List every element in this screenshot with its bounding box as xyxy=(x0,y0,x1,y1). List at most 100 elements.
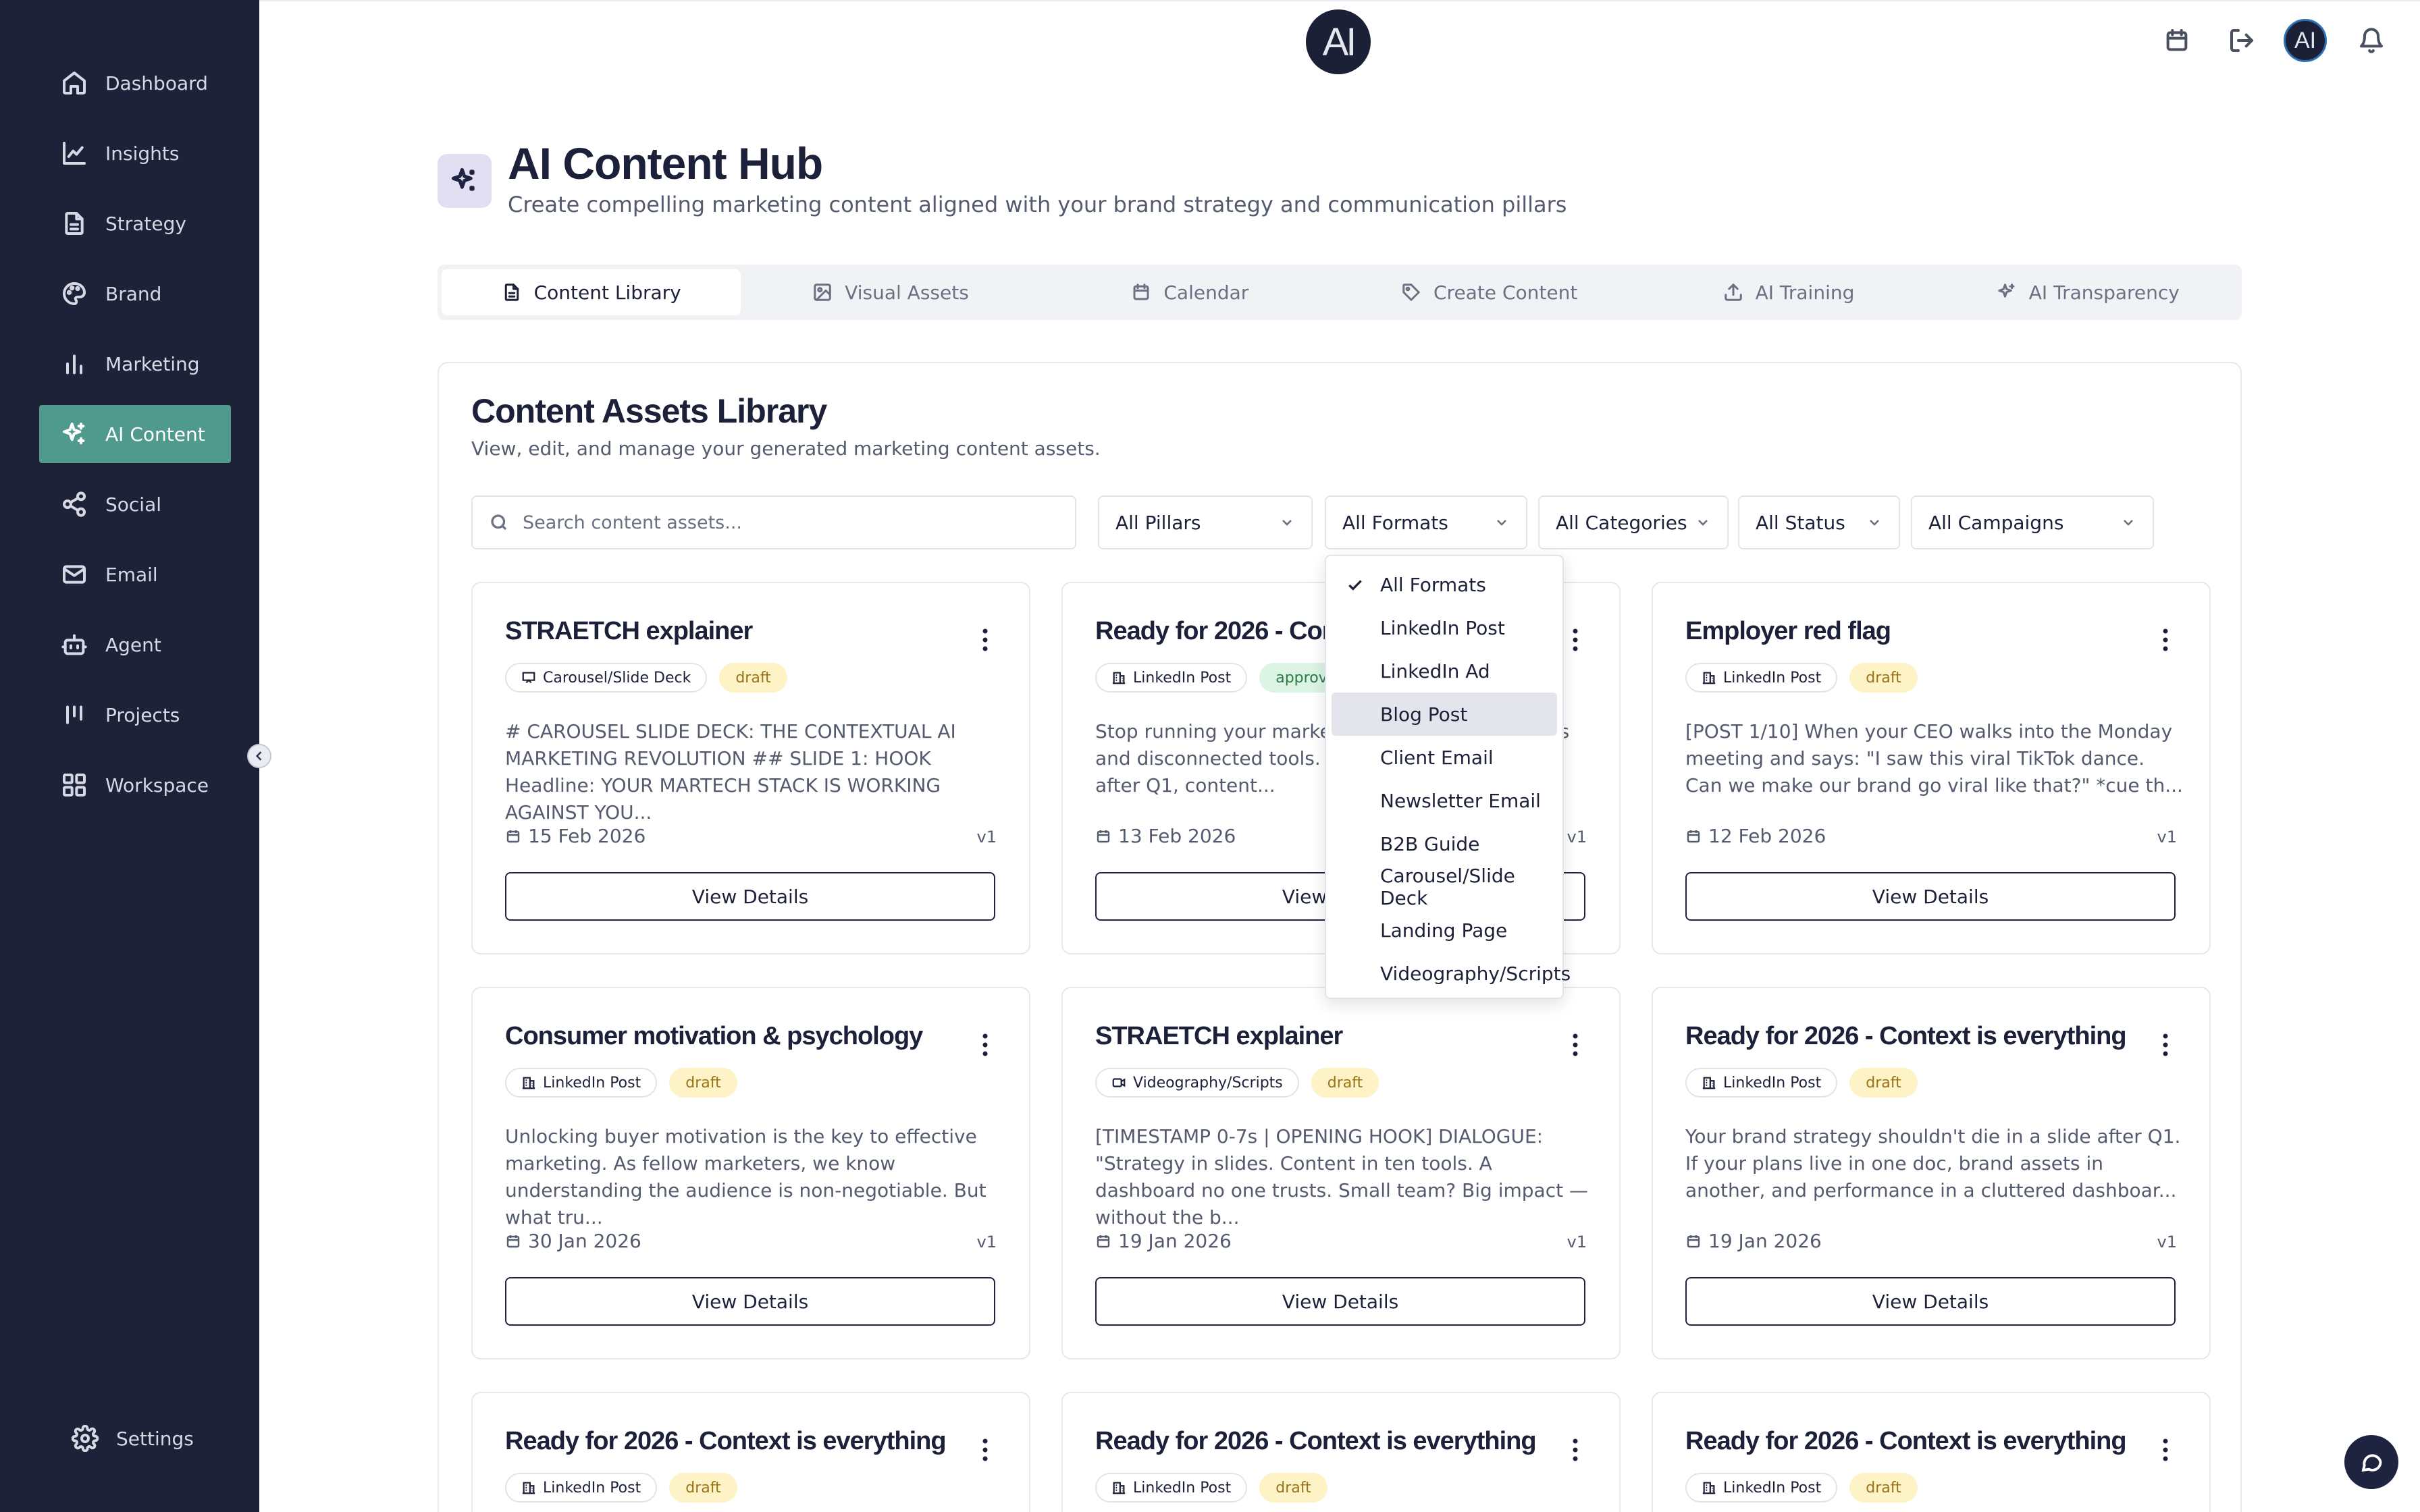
tab-ai-transparency[interactable]: AI Transparency xyxy=(1939,269,2238,315)
chevron-down-icon xyxy=(1698,520,1708,526)
sidebar-item-strategy[interactable]: Strategy xyxy=(39,194,231,252)
sidebar-item-ai-content[interactable]: AI Content xyxy=(39,405,231,463)
hub-icon-tile xyxy=(438,154,492,208)
format-option[interactable]: Client Email xyxy=(1332,736,1557,779)
more-vertical-icon xyxy=(2163,1438,2168,1461)
collapse-sidebar-button[interactable] xyxy=(247,744,271,768)
sidebar-item-label: Email xyxy=(105,563,158,586)
card-menu-button[interactable] xyxy=(1572,1033,1579,1057)
sidebar-item-dashboard[interactable]: Dashboard xyxy=(39,54,231,112)
notifications-button[interactable] xyxy=(2358,27,2385,54)
card-menu-button[interactable] xyxy=(1572,628,1579,652)
tab-content-library[interactable]: Content Library xyxy=(442,269,741,315)
card-menu-button[interactable] xyxy=(2162,628,2169,652)
card-badges: LinkedIn Post draft xyxy=(1095,1473,1327,1503)
sidebar-item-agent[interactable]: Agent xyxy=(39,616,231,674)
format-option[interactable]: Landing Page xyxy=(1332,909,1557,952)
card-date-text: 15 Feb 2026 xyxy=(528,825,646,847)
chat-button[interactable] xyxy=(2344,1435,2398,1489)
card-title: Ready for 2026 - Context is everything xyxy=(1095,1427,1537,1455)
sidebar-item-settings[interactable]: Settings xyxy=(50,1409,242,1467)
logout-button[interactable] xyxy=(2228,27,2255,54)
format-option[interactable]: B2B Guide xyxy=(1332,822,1557,865)
view-details-button[interactable]: View Details xyxy=(1685,1277,2176,1326)
tab-visual-assets[interactable]: Visual Assets xyxy=(741,269,1040,315)
sidebar-item-label: Settings xyxy=(116,1427,194,1450)
format-option[interactable]: LinkedIn Post xyxy=(1332,606,1557,649)
view-details-button[interactable]: View Details xyxy=(505,872,995,921)
topbar-divider xyxy=(259,0,2420,1)
calendar-button[interactable] xyxy=(2163,27,2190,54)
card-version: v1 xyxy=(2157,1233,2177,1251)
status-select[interactable]: All Status xyxy=(1738,495,1900,549)
sidebar-item-email[interactable]: Email xyxy=(39,545,231,603)
select-value: All Pillars xyxy=(1115,511,1201,534)
sidebar-item-projects[interactable]: Projects xyxy=(39,686,231,744)
sidebar-item-social[interactable]: Social xyxy=(39,475,231,533)
tab-ai-training[interactable]: AI Training xyxy=(1639,269,1938,315)
check-icon xyxy=(1346,576,1364,594)
format-option[interactable]: LinkedIn Ad xyxy=(1332,649,1557,693)
card-menu-button[interactable] xyxy=(982,1438,989,1462)
tab-calendar[interactable]: Calendar xyxy=(1041,269,1340,315)
view-details-button[interactable]: View Details xyxy=(1095,1277,1585,1326)
card-title: Ready for 2026 - Context is everything xyxy=(1685,1427,2127,1455)
card-date-text: 30 Jan 2026 xyxy=(528,1230,641,1252)
card-menu-button[interactable] xyxy=(1572,1438,1579,1462)
format-badge-label: Carousel/Slide Deck xyxy=(543,669,691,686)
format-option-label: All Formats xyxy=(1380,573,1486,596)
share-icon xyxy=(63,491,86,517)
building-icon xyxy=(522,1482,535,1494)
status-badge: draft xyxy=(1259,1473,1327,1503)
format-option-label: Videography/Scripts xyxy=(1380,962,1571,985)
content-card: Consumer motivation & psychology LinkedI… xyxy=(471,987,1030,1359)
card-title: STRAETCH explainer xyxy=(1095,1022,1343,1050)
format-option[interactable]: All Formats xyxy=(1332,563,1557,606)
card-version: v1 xyxy=(976,828,997,846)
card-menu-button[interactable] xyxy=(982,1033,989,1057)
card-date-text: 19 Jan 2026 xyxy=(1708,1230,1822,1252)
card-menu-button[interactable] xyxy=(2162,1033,2169,1057)
user-avatar[interactable]: AI xyxy=(2284,19,2327,62)
sidebar-item-marketing[interactable]: Marketing xyxy=(39,335,231,393)
view-details-button[interactable]: View Details xyxy=(1685,872,2176,921)
format-option[interactable]: Videography/Scripts xyxy=(1332,952,1571,995)
card-badges: LinkedIn Post draft xyxy=(505,1473,737,1503)
page-subtitle: Create compelling marketing content alig… xyxy=(508,192,1567,217)
sidebar-item-insights[interactable]: Insights xyxy=(39,124,231,182)
format-option[interactable]: Newsletter Email xyxy=(1332,779,1557,822)
building-icon xyxy=(522,1077,535,1089)
more-vertical-icon xyxy=(982,628,988,651)
tab-label: Calendar xyxy=(1163,281,1249,304)
card-menu-button[interactable] xyxy=(982,628,989,652)
format-badge-label: LinkedIn Post xyxy=(1133,1479,1232,1496)
more-vertical-icon xyxy=(1573,628,1578,651)
grid-icon xyxy=(63,774,86,796)
gear-icon xyxy=(72,1425,99,1452)
card-menu-button[interactable] xyxy=(2162,1438,2169,1462)
sidebar-item-workspace[interactable]: Workspace xyxy=(39,756,231,814)
campaigns-select[interactable]: All Campaigns xyxy=(1911,495,2154,549)
tab-create-content[interactable]: Create Content xyxy=(1340,269,1639,315)
pillars-select[interactable]: All Pillars xyxy=(1098,495,1313,549)
sidebar-item-brand[interactable]: Brand xyxy=(39,265,231,323)
bot-icon xyxy=(61,634,87,655)
status-badge: draft xyxy=(1849,1473,1918,1503)
status-badge: draft xyxy=(1849,1068,1918,1098)
formats-select[interactable]: All Formats xyxy=(1325,495,1527,549)
home-icon xyxy=(63,72,86,94)
card-date: 30 Jan 2026 xyxy=(505,1230,641,1252)
format-badge: LinkedIn Post xyxy=(1685,1068,1838,1098)
view-details-button[interactable]: View Details xyxy=(505,1277,995,1326)
format-option[interactable]: Carousel/Slide Deck xyxy=(1332,865,1557,909)
calendar-icon xyxy=(506,1235,520,1247)
app-logo[interactable]: AI xyxy=(1306,9,1371,74)
sidebar-item-label: Projects xyxy=(105,703,180,726)
categories-select[interactable]: All Categories xyxy=(1538,495,1729,549)
card-title: Employer red flag xyxy=(1685,617,1891,645)
chevron-down-icon xyxy=(2124,520,2133,526)
format-option[interactable]: Blog Post xyxy=(1332,693,1557,736)
content-card: STRAETCH explainer Videography/Scripts d… xyxy=(1061,987,1621,1359)
upload-icon xyxy=(1724,284,1742,301)
search-input[interactable] xyxy=(523,512,1063,533)
